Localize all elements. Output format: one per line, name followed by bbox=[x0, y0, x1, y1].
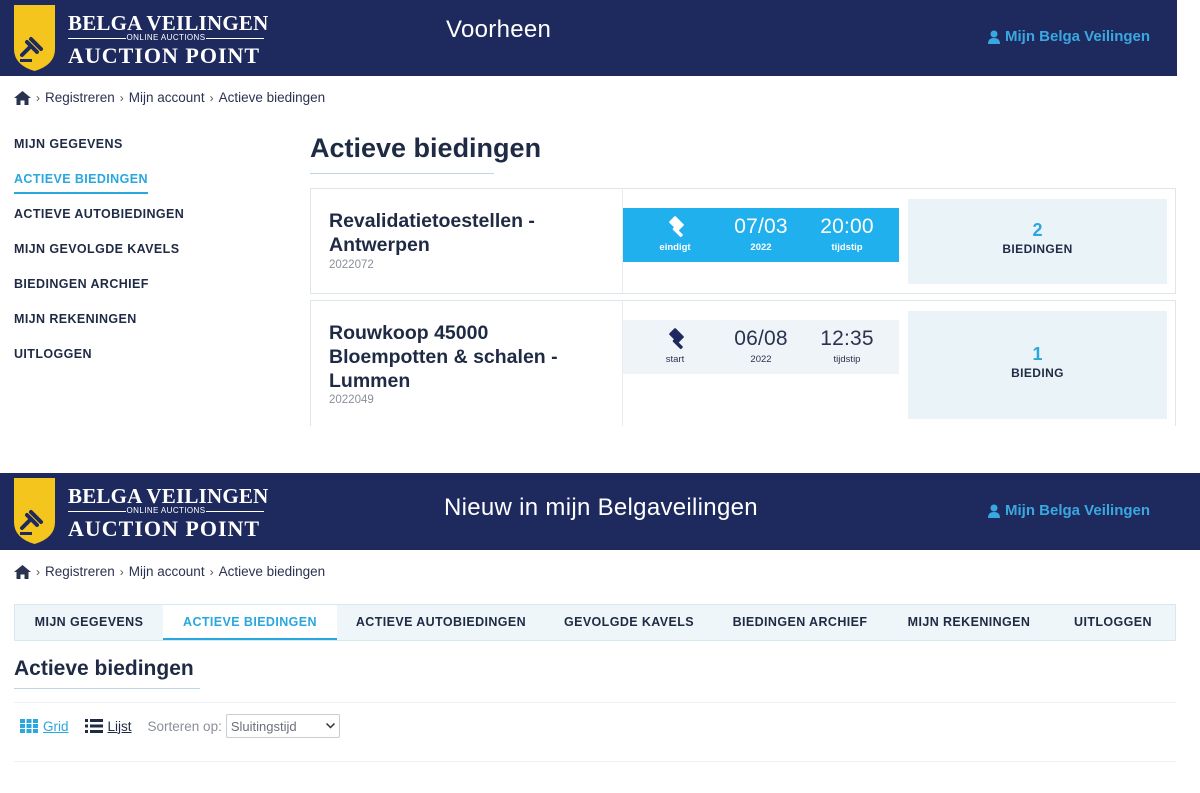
breadcrumb: › Registreren › Mijn account › Actieve b… bbox=[14, 564, 325, 579]
breadcrumb: › Registreren › Mijn account › Actieve b… bbox=[14, 90, 325, 105]
bid-label: BIEDINGEN bbox=[1002, 242, 1073, 256]
bid-label: BIEDING bbox=[1011, 366, 1064, 380]
view-grid-label: Grid bbox=[43, 718, 69, 734]
sidebar-item-gevolgde-kavels[interactable]: MIJN GEVOLGDE KAVELS bbox=[14, 242, 214, 277]
tab-uitloggen[interactable]: UITLOGGEN bbox=[1051, 605, 1175, 640]
auction-card[interactable]: Revalidatietoestellen - Antwerpen 202207… bbox=[310, 188, 1176, 294]
brand-subline: ONLINE AUCTIONS bbox=[68, 33, 264, 42]
gavel-icon bbox=[669, 328, 684, 350]
sidebar-item-biedingen-archief[interactable]: BIEDINGEN ARCHIEF bbox=[14, 277, 214, 312]
sort-selected-value: Sluitingstijd bbox=[230, 718, 297, 734]
home-icon[interactable] bbox=[14, 564, 31, 579]
brand-line2: AUCTION POINT bbox=[68, 43, 261, 68]
site-logo[interactable]: BELGA VEILINGEN ONLINE AUCTIONS AUCTION … bbox=[14, 5, 269, 71]
user-icon bbox=[988, 504, 1000, 518]
auction-time: 20:00 bbox=[820, 215, 874, 238]
breadcrumb-mijn-account[interactable]: Mijn account bbox=[129, 564, 205, 579]
home-icon[interactable] bbox=[14, 90, 31, 105]
gavel-icon bbox=[669, 216, 684, 238]
brand-line2: AUCTION POINT bbox=[68, 516, 261, 541]
header-new: BELGA VEILINGEN ONLINE AUCTIONS AUCTION … bbox=[0, 473, 1200, 550]
tab-actieve-autobiedingen[interactable]: ACTIEVE AUTOBIEDINGEN bbox=[337, 605, 545, 640]
tab-mijn-gegevens[interactable]: MIJN GEGEVENS bbox=[15, 605, 163, 640]
my-account-link[interactable]: Mijn Belga Veilingen bbox=[988, 502, 1150, 519]
sidebar-item-mijn-gegevens[interactable]: MIJN GEGEVENS bbox=[14, 137, 214, 172]
user-icon bbox=[988, 30, 1000, 44]
view-toolbar: Grid Lijst Sorteren op: Sluitingstijd bbox=[20, 713, 340, 739]
auction-timebox: start 06/08 2022 12:35 tijdstip bbox=[623, 320, 899, 374]
auction-time: 12:35 bbox=[820, 327, 874, 350]
my-account-label: Mijn Belga Veilingen bbox=[1005, 28, 1151, 45]
list-icon bbox=[84, 719, 103, 733]
bid-summary[interactable]: 1 BIEDING bbox=[908, 311, 1167, 419]
auction-name[interactable]: Revalidatietoestellen - Antwerpen bbox=[329, 209, 609, 257]
auction-year: 2022 bbox=[750, 354, 772, 365]
brand-subline: ONLINE AUCTIONS bbox=[68, 506, 264, 515]
breadcrumb-mijn-account[interactable]: Mijn account bbox=[129, 90, 205, 105]
header-title: Voorheen bbox=[446, 16, 552, 43]
header-old: BELGA VEILINGEN ONLINE AUCTIONS AUCTION … bbox=[0, 0, 1177, 76]
breadcrumb-registreren[interactable]: Registreren bbox=[45, 90, 115, 105]
auction-card[interactable]: Rouwkoop 45000 Bloempotten & schalen - L… bbox=[310, 300, 1176, 426]
title-underline bbox=[310, 173, 494, 174]
shield-logo-icon bbox=[14, 5, 55, 71]
auction-timebox: eindigt 07/03 2022 20:00 tijdstip bbox=[623, 208, 899, 262]
my-account-link[interactable]: Mijn Belga Veilingen bbox=[988, 28, 1150, 45]
auction-date: 06/08 bbox=[734, 327, 788, 350]
page-title: Actieve biedingen bbox=[310, 133, 542, 163]
view-list-label: Lijst bbox=[107, 718, 132, 734]
sidebar-item-uitloggen[interactable]: UITLOGGEN bbox=[14, 347, 214, 382]
auction-status: start bbox=[665, 354, 685, 365]
chevron-down-icon bbox=[325, 723, 335, 729]
auction-name[interactable]: Rouwkoop 45000 Bloempotten & schalen - L… bbox=[329, 321, 609, 393]
my-account-label: Mijn Belga Veilingen bbox=[1005, 502, 1151, 519]
account-tab-nav: MIJN GEGEVENS ACTIEVE BIEDINGEN ACTIEVE … bbox=[14, 604, 1176, 641]
sort-select[interactable]: Sluitingstijd bbox=[225, 714, 340, 738]
sidebar-menu: MIJN GEGEVENS ACTIEVE BIEDINGEN ACTIEVE … bbox=[14, 137, 214, 382]
view-list-link[interactable]: Lijst bbox=[84, 718, 132, 734]
sort-label: Sorteren op: bbox=[147, 718, 222, 734]
shield-logo-icon bbox=[14, 478, 55, 544]
grid-icon bbox=[20, 719, 38, 733]
auction-time-label: tijdstip bbox=[833, 354, 861, 365]
breadcrumb-current: Actieve biedingen bbox=[218, 564, 326, 579]
sidebar-item-mijn-rekeningen[interactable]: MIJN REKENINGEN bbox=[14, 312, 214, 347]
tab-actieve-biedingen[interactable]: ACTIEVE BIEDINGEN bbox=[163, 605, 337, 640]
view-grid-link[interactable]: Grid bbox=[20, 719, 69, 734]
auction-code: 2022072 bbox=[329, 259, 374, 271]
bid-count: 1 bbox=[1032, 344, 1043, 364]
auction-year: 2022 bbox=[750, 242, 772, 253]
auction-code: 2022049 bbox=[329, 394, 374, 406]
site-logo[interactable]: BELGA VEILINGEN ONLINE AUCTIONS AUCTION … bbox=[14, 478, 269, 544]
auction-time-label: tijdstip bbox=[831, 242, 863, 253]
tab-biedingen-archief[interactable]: BIEDINGEN ARCHIEF bbox=[713, 605, 887, 640]
header-title: Nieuw in mijn Belgaveilingen bbox=[444, 494, 758, 521]
auction-date: 07/03 bbox=[734, 215, 788, 238]
auction-status: eindigt bbox=[659, 242, 691, 253]
breadcrumb-registreren[interactable]: Registreren bbox=[45, 564, 115, 579]
bid-summary[interactable]: 2 BIEDINGEN bbox=[908, 199, 1167, 284]
breadcrumb-current: Actieve biedingen bbox=[218, 90, 326, 105]
bid-count: 2 bbox=[1032, 220, 1043, 240]
sidebar-item-actieve-biedingen[interactable]: ACTIEVE BIEDINGEN bbox=[14, 172, 214, 207]
title-underline bbox=[14, 688, 200, 689]
tab-gevolgde-kavels[interactable]: GEVOLGDE KAVELS bbox=[545, 605, 713, 640]
page-title: Actieve biedingen bbox=[14, 657, 194, 680]
sidebar-item-actieve-autobiedingen[interactable]: ACTIEVE AUTOBIEDINGEN bbox=[14, 207, 214, 242]
tab-mijn-rekeningen[interactable]: MIJN REKENINGEN bbox=[887, 605, 1051, 640]
